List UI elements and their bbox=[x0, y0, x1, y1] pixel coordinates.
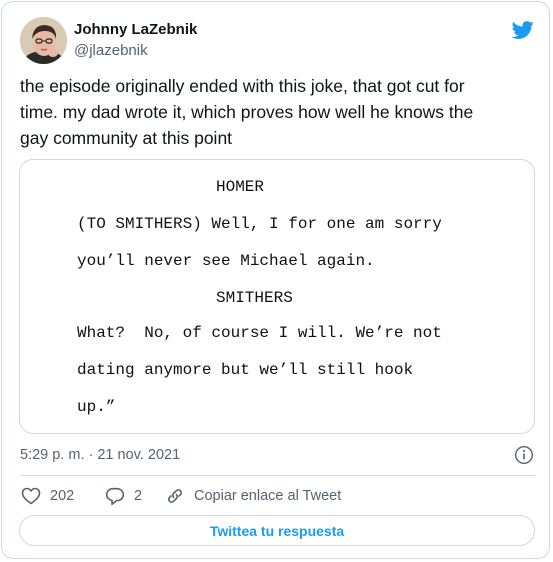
script-line: (TO SMITHERS) Well, I for one am sorry bbox=[77, 215, 442, 233]
script-character-homer: HOMER bbox=[216, 178, 265, 196]
author-handle[interactable]: @jlazebnik bbox=[74, 42, 148, 59]
author-name[interactable]: Johnny LaZebnik bbox=[74, 21, 197, 38]
like-button[interactable]: 202 bbox=[21, 484, 74, 508]
tweet-text-line: the episode originally ended with this j… bbox=[20, 76, 465, 96]
like-count: 202 bbox=[50, 488, 75, 504]
script-line: up.” bbox=[77, 398, 116, 416]
avatar-image bbox=[20, 17, 67, 64]
heart-icon bbox=[21, 487, 41, 505]
script-line: you’ll never see Michael again. bbox=[77, 252, 375, 270]
tweet-text-line: gay community at this point bbox=[20, 128, 233, 148]
tweet-timestamp[interactable]: 5:29 p. m. · 21 nov. 2021 bbox=[20, 447, 180, 463]
divider bbox=[19, 475, 535, 476]
copy-link-label: Copiar enlace al Tweet bbox=[194, 488, 342, 504]
reply-tweet-button[interactable]: Twittea tu respuesta bbox=[19, 515, 535, 546]
tweet-text-line: time. my dad wrote it, which proves how … bbox=[20, 102, 474, 122]
link-icon bbox=[167, 489, 183, 503]
reply-count: 2 bbox=[134, 488, 143, 504]
tweet-card: Johnny LaZebnik @jlazebnik the episode o… bbox=[1, 1, 550, 559]
copy-link-button[interactable]: Copiar enlace al Tweet bbox=[165, 484, 341, 508]
script-line: What? No, of course I will. We’re not bbox=[77, 324, 442, 342]
speech-bubble-icon bbox=[105, 487, 125, 505]
twitter-bird-icon[interactable] bbox=[511, 19, 535, 41]
script-line: dating anymore but we’ll still hook bbox=[77, 361, 414, 379]
tweet-text: the episode originally ended with this j… bbox=[20, 73, 538, 151]
reply-count-button[interactable]: 2 bbox=[105, 484, 142, 508]
avatar[interactable] bbox=[20, 17, 67, 64]
tweet-media-script-image[interactable]: HOMER (TO SMITHERS) Well, I for one am s… bbox=[19, 159, 535, 434]
info-icon[interactable] bbox=[514, 445, 534, 465]
script-character-smithers: SMITHERS bbox=[216, 289, 293, 307]
